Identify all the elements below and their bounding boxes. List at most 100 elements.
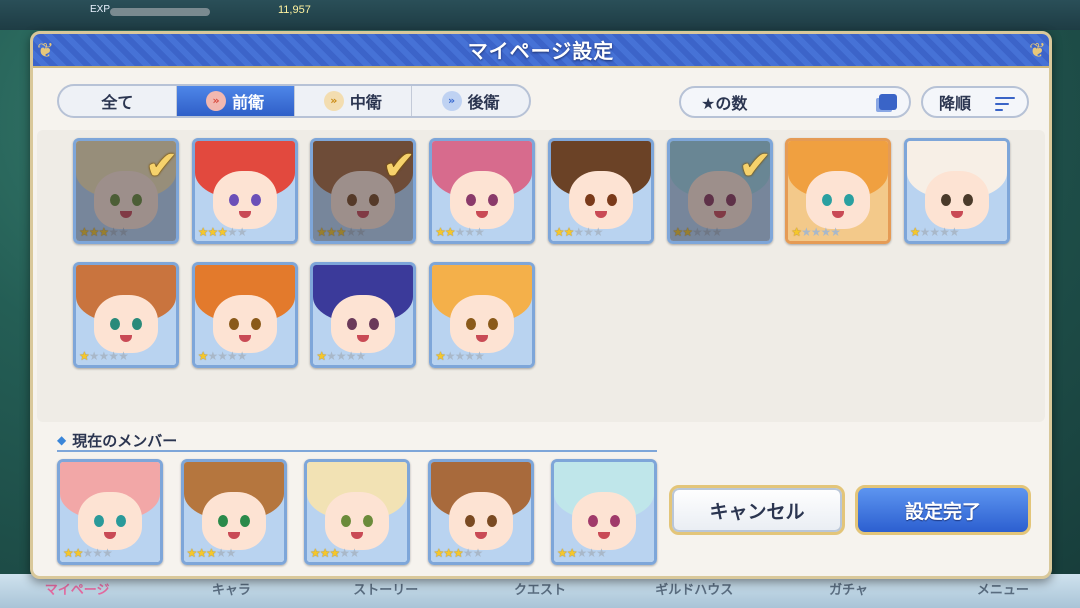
face (325, 492, 389, 550)
star-empty-icon: ★ (454, 225, 466, 239)
cancel-button[interactable]: キャンセル (669, 485, 845, 535)
sort-by-stars-button[interactable]: ★の数 (679, 86, 911, 118)
tab-middle[interactable]: » 中衛 (295, 86, 413, 116)
star-empty-icon: ★ (830, 225, 841, 239)
face (201, 492, 266, 550)
star-empty-icon: ★ (118, 349, 129, 363)
star-rating: ★★★★★ (557, 546, 607, 560)
nav-item-guildhouse[interactable]: ギルドハウス (617, 574, 771, 608)
mypage-settings-dialog: ❦ マイページ設定 ❦ 全て » 前衛 » 中衛 » 後衛 ★の数 降順 ★★★… (30, 31, 1052, 579)
star-rating: ★★★★★ (316, 225, 366, 239)
star-empty-icon: ★ (236, 225, 248, 239)
nav-item-mypage[interactable]: マイページ (0, 574, 154, 608)
star-rating: ★★★★★ (79, 349, 129, 363)
eye (486, 515, 497, 527)
star-empty-icon: ★ (444, 349, 456, 363)
face (806, 171, 871, 229)
member-character-card[interactable]: ★★★★★ (427, 459, 534, 565)
roster-character-card[interactable]: ★★★★★ (429, 262, 536, 368)
eye (110, 318, 120, 330)
face (568, 171, 633, 229)
eye (347, 194, 358, 206)
nav-item-character[interactable]: キャラ (154, 574, 308, 608)
confirm-button[interactable]: 設定完了 (855, 485, 1031, 535)
star-filled-icon: ★ (197, 225, 209, 239)
star-empty-icon: ★ (820, 225, 831, 239)
roster-character-card[interactable]: ★★★★★ (191, 138, 298, 244)
eye (588, 515, 598, 527)
roster-character-card[interactable]: ★★★★★ (785, 138, 892, 244)
tab-all[interactable]: 全て (59, 86, 177, 116)
star-filled-icon: ★ (326, 225, 337, 239)
star-rating: ★★★★★ (672, 225, 723, 239)
roster-character-card[interactable]: ★★★★★ (903, 138, 1010, 244)
nav-item-menu[interactable]: メニュー (926, 574, 1080, 608)
eye (606, 194, 617, 206)
eye (250, 194, 261, 206)
star-filled-icon: ★ (310, 546, 321, 560)
star-empty-icon: ★ (98, 349, 110, 363)
face (450, 295, 515, 353)
roster-character-card[interactable]: ★★★★★ (547, 138, 654, 244)
star-rating: ★★★★★ (197, 225, 248, 239)
current-members-label: 現在のメンバー (72, 431, 178, 450)
star-empty-icon: ★ (701, 225, 713, 239)
face (94, 295, 158, 353)
face (212, 171, 277, 229)
bottom-nav: マイページ キャラ ストーリー クエスト ギルドハウス ガチャ メニュー (0, 574, 1080, 608)
star-filled-icon: ★ (197, 349, 209, 363)
eye (110, 194, 120, 206)
member-character-card[interactable]: ★★★★★ (180, 459, 287, 565)
sort-order-button[interactable]: 降順 (921, 86, 1029, 118)
star-filled-icon: ★ (563, 225, 575, 239)
checkmark-icon: ✔ (145, 143, 179, 189)
nav-item-story[interactable]: ストーリー (309, 574, 463, 608)
star-filled-icon: ★ (672, 225, 684, 239)
current-members-header: ◆ 現在のメンバー (57, 430, 657, 452)
star-rating: ★★★★★ (434, 546, 484, 560)
eye (464, 515, 475, 527)
eye (239, 515, 250, 527)
roster-character-card[interactable]: ★★★★★ (310, 262, 417, 368)
member-character-card[interactable]: ★★★★★ (304, 459, 410, 565)
star-filled-icon: ★ (435, 349, 446, 363)
mouth (357, 211, 370, 218)
star-empty-icon: ★ (345, 225, 357, 239)
star-rating: ★★★★★ (435, 349, 485, 363)
star-rating: ★★★★★ (791, 225, 841, 239)
member-character-card[interactable]: ★★★★★ (57, 459, 163, 565)
star-filled-icon: ★ (791, 225, 802, 239)
nav-item-quest[interactable]: クエスト (463, 574, 617, 608)
star-filled-icon: ★ (566, 546, 578, 560)
star-filled-icon: ★ (435, 225, 446, 239)
star-filled-icon: ★ (553, 225, 565, 239)
star-empty-icon: ★ (335, 349, 347, 363)
star-filled-icon: ★ (316, 225, 327, 239)
star-empty-icon: ★ (929, 225, 940, 239)
tab-back[interactable]: » 後衛 (412, 86, 529, 116)
roster-character-card[interactable]: ★★★★★ (429, 138, 536, 244)
star-empty-icon: ★ (82, 546, 94, 560)
star-filled-icon: ★ (557, 546, 568, 560)
dialog-title: マイページ設定 (467, 39, 615, 63)
member-character-card[interactable]: ★★★★★ (551, 459, 657, 565)
status-label: EXP (90, 4, 111, 15)
front-arrow-icon: » (206, 91, 227, 111)
star-rating: ★★★★★ (79, 225, 129, 239)
star-filled-icon: ★ (319, 546, 331, 560)
star-filled-icon: ★ (316, 349, 327, 363)
star-empty-icon: ★ (474, 349, 485, 363)
star-filled-icon: ★ (444, 225, 456, 239)
star-empty-icon: ★ (462, 546, 474, 560)
star-empty-icon: ★ (217, 349, 228, 363)
roster-character-card[interactable]: ★★★★★ (191, 262, 298, 368)
nav-item-gacha[interactable]: ガチャ (771, 574, 925, 608)
roster-character-card[interactable]: ★★★★★ (73, 262, 179, 368)
eye (940, 194, 951, 206)
star-filled-icon: ★ (682, 225, 693, 239)
star-empty-icon: ★ (88, 349, 100, 363)
star-empty-icon: ★ (464, 225, 475, 239)
tab-front[interactable]: » 前衛 (176, 86, 295, 116)
face (212, 295, 277, 353)
tab-label: 後衛 (467, 93, 500, 112)
